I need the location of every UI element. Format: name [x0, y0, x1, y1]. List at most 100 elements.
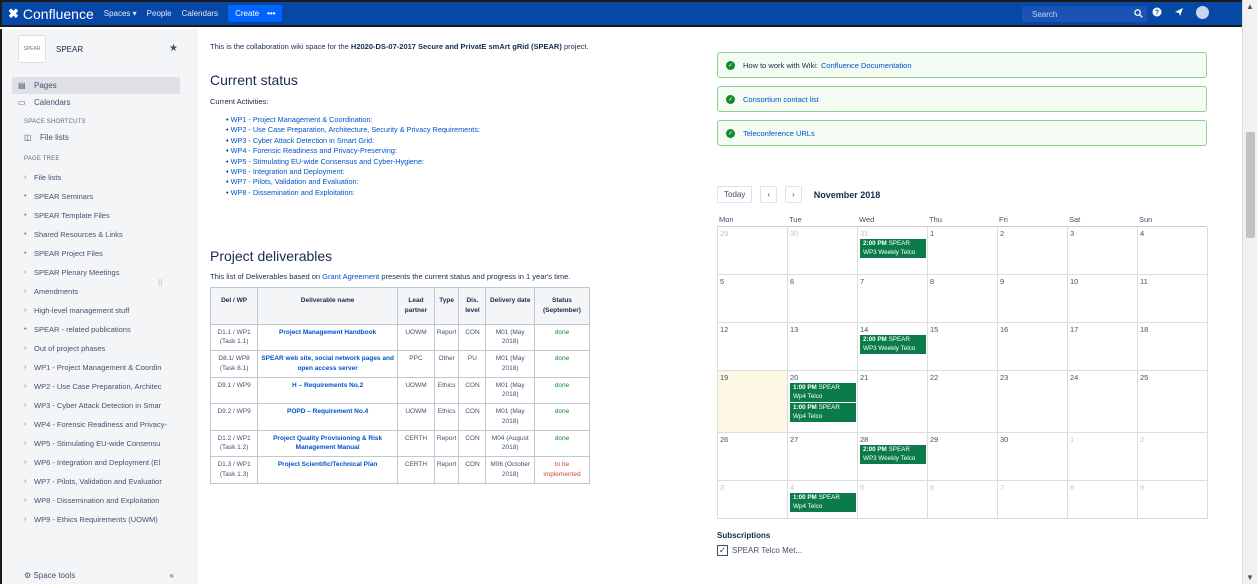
- calendar-day[interactable]: 14 2:00 PM SPEAR WP3 Weekly Telco: [858, 323, 928, 371]
- calendar-day[interactable]: 15: [928, 323, 998, 371]
- today-button[interactable]: Today: [717, 186, 753, 203]
- space-tools-button[interactable]: ⚙ Space tools «: [24, 571, 174, 580]
- calendar-event[interactable]: 2:00 PM SPEAR WP3 Weekly Telco: [860, 335, 926, 354]
- calendar-day[interactable]: 1: [928, 227, 998, 275]
- calendar-day[interactable]: 30: [788, 227, 858, 275]
- page-scrollbar[interactable]: ▲ ▼: [1242, 0, 1257, 584]
- teleconference-urls-link[interactable]: Teleconference URLs: [743, 129, 815, 138]
- calendar-event[interactable]: 2:00 PM SPEAR WP3 Weekly Telco: [860, 239, 926, 258]
- space-name[interactable]: SPEAR: [56, 45, 83, 54]
- calendar-day[interactable]: 27: [788, 433, 858, 481]
- calendar-day[interactable]: 10: [1068, 275, 1138, 323]
- calendar-day[interactable]: 3: [1068, 227, 1138, 275]
- page-tree-item[interactable]: › WP5 - Stimulating EU-wide Consensu: [2, 434, 198, 453]
- deliverable-link[interactable]: Project Scientific/Technical Plan: [257, 456, 399, 484]
- create-button[interactable]: Create •••: [228, 5, 283, 22]
- calendar-day[interactable]: 23: [998, 371, 1068, 433]
- calendar-day[interactable]: 4: [1138, 227, 1208, 275]
- page-tree-item[interactable]: › WP9 - Ethics Requirements (UOWM): [2, 510, 198, 529]
- calendar-event[interactable]: 2:00 PM SPEAR WP3 Weekly Telco: [860, 445, 926, 464]
- calendar-event[interactable]: 1:00 PM SPEAR Wp4 Telco: [790, 403, 856, 422]
- calendar-day[interactable]: 9: [998, 275, 1068, 323]
- user-avatar[interactable]: [1196, 6, 1209, 19]
- chevron-right-icon[interactable]: ›: [24, 269, 34, 276]
- deliverable-link[interactable]: Project Management Handbook: [257, 323, 399, 351]
- page-tree-item[interactable]: • SPEAR - related publications: [2, 320, 198, 339]
- calendar-day[interactable]: 7: [858, 275, 928, 323]
- activity-link[interactable]: WP6 - Integration and Deployment:: [226, 167, 480, 177]
- confluence-logo[interactable]: ✖ Confluence: [8, 6, 94, 22]
- calendar-day[interactable]: 7: [998, 481, 1068, 519]
- chevron-right-icon[interactable]: ›: [24, 345, 34, 352]
- confluence-documentation-link[interactable]: Confluence Documentation: [821, 61, 911, 70]
- calendar-day[interactable]: 8: [928, 275, 998, 323]
- space-logo[interactable]: SPEAR: [18, 35, 46, 63]
- search-input[interactable]: Search: [1022, 6, 1147, 22]
- calendar-event[interactable]: 1:00 PM SPEAR Wp4 Telco: [790, 493, 856, 512]
- page-tree-item[interactable]: › WP1 - Project Management & Coordin: [2, 358, 198, 377]
- calendar-day[interactable]: 3: [718, 481, 788, 519]
- activity-link[interactable]: WP1 - Project Management & Coordination:: [226, 115, 480, 125]
- activity-link[interactable]: WP5 - Stimulating EU-wide Consensus and …: [226, 157, 480, 167]
- activity-link[interactable]: WP7 - Pilots, Validation and Evaluation:: [226, 177, 480, 187]
- chevron-right-icon[interactable]: ›: [24, 364, 34, 371]
- page-tree-item[interactable]: • Shared Resources & Links: [2, 225, 198, 244]
- page-tree-item[interactable]: › Amendments: [2, 282, 198, 301]
- calendar-day[interactable]: 29: [718, 227, 788, 275]
- checkbox-checked-icon[interactable]: ✓: [717, 545, 728, 556]
- scrollbar-thumb[interactable]: [1246, 132, 1255, 238]
- star-icon[interactable]: ★: [169, 43, 178, 54]
- calendar-day[interactable]: 30: [998, 433, 1068, 481]
- page-tree-item[interactable]: • SPEAR Seminars: [2, 187, 198, 206]
- page-tree-item[interactable]: › SPEAR Plenary Meetings: [2, 263, 198, 282]
- scroll-down-icon[interactable]: ▼: [1246, 573, 1254, 582]
- calendar-day[interactable]: 24: [1068, 371, 1138, 433]
- deliverable-link[interactable]: POPD – Requirement No.4: [257, 403, 399, 431]
- activity-link[interactable]: WP4 - Forensic Readiness and Privacy-Pre…: [226, 146, 480, 156]
- page-tree-item[interactable]: › WP8 - Dissemination and Exploitation: [2, 491, 198, 510]
- calendar-day[interactable]: 17: [1068, 323, 1138, 371]
- sidebar-item-calendars[interactable]: ▭ Calendars: [2, 94, 198, 111]
- sidebar-item-pages[interactable]: ▤ Pages: [12, 77, 180, 94]
- more-create-options-icon[interactable]: •••: [267, 9, 275, 18]
- activity-link[interactable]: WP3 - Cyber Attack Detection in Smart Gr…: [226, 136, 480, 146]
- activity-link[interactable]: WP2 - Use Case Preparation, Architecture…: [226, 125, 480, 135]
- chevron-right-icon[interactable]: ›: [24, 478, 34, 485]
- page-tree-item[interactable]: › High-level management stuff: [2, 301, 198, 320]
- consortium-contact-list-link[interactable]: Consortium contact list: [743, 95, 819, 104]
- previous-month-button[interactable]: ‹: [760, 186, 778, 203]
- calendar-day[interactable]: 4 1:00 PM SPEAR Wp4 Telco: [788, 481, 858, 519]
- chevron-right-icon[interactable]: ›: [24, 383, 34, 390]
- nav-calendars[interactable]: Calendars: [182, 9, 218, 18]
- calendar-day[interactable]: 28 2:00 PM SPEAR WP3 Weekly Telco: [858, 433, 928, 481]
- calendar-day-today[interactable]: 19: [718, 371, 788, 433]
- calendar-day[interactable]: 13: [788, 323, 858, 371]
- calendar-day[interactable]: 8: [1068, 481, 1138, 519]
- chevron-right-icon[interactable]: ›: [24, 174, 34, 181]
- calendar-day[interactable]: 20 1:00 PM SPEAR Wp4 Telco 1:00 PM SPEAR W…: [788, 371, 858, 433]
- calendar-day[interactable]: 2: [998, 227, 1068, 275]
- calendar-day[interactable]: 21: [858, 371, 928, 433]
- sidebar-resize-handle[interactable]: ||: [158, 278, 162, 287]
- page-tree-item[interactable]: › WP4 - Forensic Readiness and Privacy-: [2, 415, 198, 434]
- shortcut-file-lists[interactable]: ◫ File lists: [2, 129, 198, 146]
- calendar-day[interactable]: 5: [718, 275, 788, 323]
- nav-spaces[interactable]: Spaces ▾: [104, 9, 137, 18]
- page-tree-item[interactable]: • SPEAR Project Files: [2, 244, 198, 263]
- chevron-right-icon[interactable]: ›: [24, 459, 34, 466]
- help-icon[interactable]: ?: [1152, 7, 1162, 19]
- page-tree-item[interactable]: • SPEAR Template Files: [2, 206, 198, 225]
- scroll-up-icon[interactable]: ▲: [1246, 2, 1254, 11]
- chevron-right-icon[interactable]: ›: [24, 421, 34, 428]
- calendar-day[interactable]: 18: [1138, 323, 1208, 371]
- notifications-icon[interactable]: [1174, 7, 1184, 19]
- calendar-day[interactable]: 31 2:00 PM SPEAR WP3 Weekly Telco: [858, 227, 928, 275]
- chevron-right-icon[interactable]: ›: [24, 288, 34, 295]
- calendar-event[interactable]: 1:00 PM SPEAR Wp4 Telco: [790, 383, 856, 402]
- nav-people[interactable]: People: [147, 9, 172, 18]
- chevron-right-icon[interactable]: ›: [24, 497, 34, 504]
- calendar-day[interactable]: 6: [928, 481, 998, 519]
- calendar-day[interactable]: 1: [1068, 433, 1138, 481]
- calendar-day[interactable]: 16: [998, 323, 1068, 371]
- deliverable-link[interactable]: Project Quality Provisioning & Risk Mana…: [257, 429, 399, 457]
